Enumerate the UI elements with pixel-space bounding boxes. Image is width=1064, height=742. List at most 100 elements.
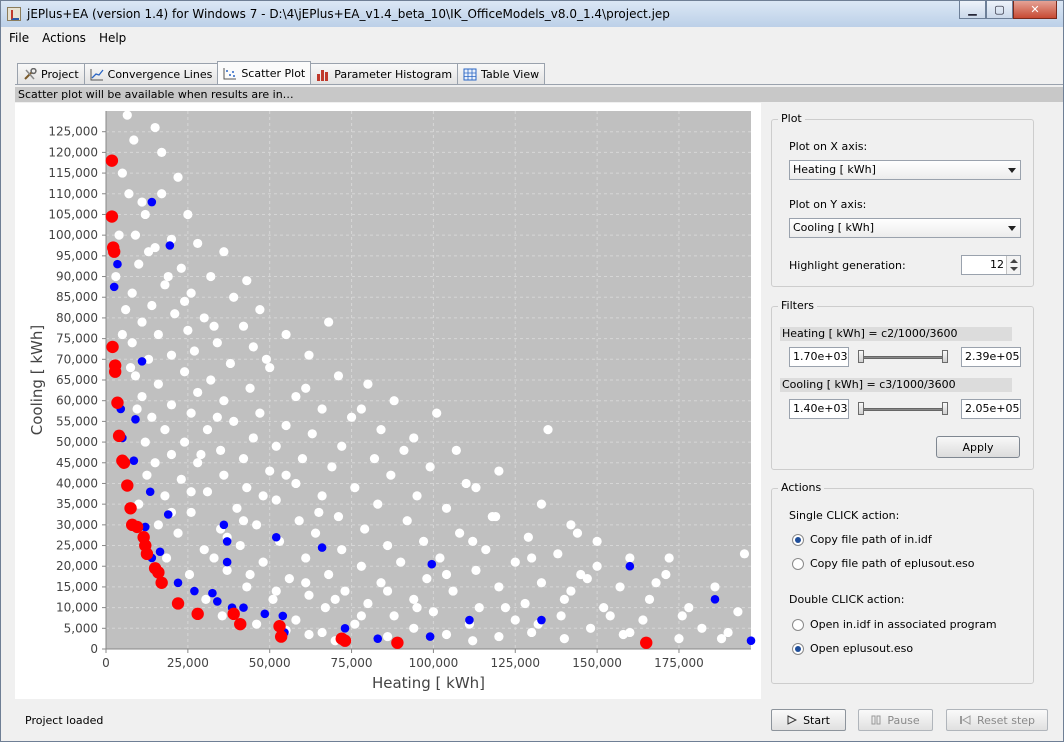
- highlight-generation-point[interactable]: [147, 197, 157, 207]
- slider-max-handle[interactable]: [942, 350, 948, 363]
- all-solutions-point[interactable]: [651, 578, 661, 588]
- all-solutions-point[interactable]: [363, 379, 373, 389]
- pareto-front-point[interactable]: [121, 479, 134, 492]
- all-solutions-point[interactable]: [520, 598, 530, 609]
- all-solutions-point[interactable]: [320, 603, 330, 613]
- highlight-generation-point[interactable]: [155, 547, 165, 557]
- all-solutions-point[interactable]: [468, 536, 478, 546]
- all-solutions-point[interactable]: [494, 582, 504, 592]
- all-solutions-point[interactable]: [418, 536, 429, 546]
- all-solutions-point[interactable]: [130, 230, 141, 240]
- all-solutions-point[interactable]: [386, 470, 396, 480]
- pareto-front-point[interactable]: [117, 456, 131, 469]
- all-solutions-point[interactable]: [271, 441, 281, 451]
- all-solutions-point[interactable]: [716, 634, 727, 644]
- highlight-generation-point[interactable]: [625, 561, 635, 571]
- all-solutions-point[interactable]: [206, 375, 216, 385]
- tab-convergence-lines[interactable]: Convergence Lines: [83, 63, 219, 84]
- all-solutions-point[interactable]: [455, 528, 465, 538]
- all-solutions-point[interactable]: [166, 350, 177, 360]
- all-solutions-point[interactable]: [638, 615, 648, 625]
- pareto-front-point[interactable]: [124, 502, 137, 515]
- all-solutions-point[interactable]: [117, 168, 127, 178]
- all-solutions-point[interactable]: [559, 634, 569, 644]
- all-solutions-point[interactable]: [494, 631, 504, 642]
- all-solutions-point[interactable]: [252, 619, 262, 629]
- all-solutions-point[interactable]: [222, 565, 232, 575]
- all-solutions-point[interactable]: [409, 623, 419, 633]
- highlight-generation-spinner[interactable]: 12: [961, 255, 1021, 275]
- pareto-front-point[interactable]: [234, 617, 247, 631]
- all-solutions-point[interactable]: [461, 478, 471, 489]
- spinner-up-icon[interactable]: [1010, 259, 1018, 263]
- all-solutions-point[interactable]: [324, 569, 334, 580]
- all-solutions-point[interactable]: [248, 342, 258, 352]
- all-solutions-point[interactable]: [281, 470, 291, 480]
- pareto-front-point[interactable]: [106, 340, 119, 354]
- pareto-front-point[interactable]: [640, 636, 653, 649]
- all-solutions-point[interactable]: [179, 296, 190, 306]
- highlight-generation-point[interactable]: [340, 624, 350, 633]
- all-solutions-point[interactable]: [176, 474, 186, 484]
- all-solutions-point[interactable]: [448, 586, 458, 596]
- menu-actions[interactable]: Actions: [34, 31, 91, 45]
- all-solutions-point[interactable]: [382, 586, 393, 596]
- all-solutions-point[interactable]: [592, 536, 602, 546]
- all-solutions-point[interactable]: [173, 172, 183, 182]
- all-solutions-point[interactable]: [599, 603, 609, 613]
- all-solutions-point[interactable]: [527, 627, 537, 638]
- all-solutions-point[interactable]: [684, 603, 694, 613]
- all-solutions-point[interactable]: [360, 524, 370, 534]
- all-solutions-point[interactable]: [422, 574, 432, 584]
- all-solutions-point[interactable]: [337, 545, 347, 555]
- all-solutions-point[interactable]: [510, 615, 520, 625]
- highlight-generation-point[interactable]: [208, 588, 217, 598]
- highlight-generation-point[interactable]: [465, 615, 474, 625]
- pareto-front-point[interactable]: [191, 607, 204, 621]
- all-solutions-point[interactable]: [281, 420, 291, 431]
- all-solutions-point[interactable]: [242, 582, 252, 592]
- pareto-front-point[interactable]: [108, 365, 122, 378]
- all-solutions-point[interactable]: [140, 437, 150, 447]
- all-solutions-point[interactable]: [142, 470, 152, 480]
- all-solutions-point[interactable]: [242, 276, 252, 286]
- all-solutions-point[interactable]: [238, 516, 249, 526]
- highlight-generation-point[interactable]: [373, 634, 383, 643]
- all-solutions-point[interactable]: [268, 594, 278, 604]
- all-solutions-point[interactable]: [317, 404, 327, 414]
- all-solutions-point[interactable]: [258, 491, 268, 501]
- all-solutions-point[interactable]: [500, 603, 511, 613]
- all-solutions-point[interactable]: [137, 197, 147, 207]
- close-button[interactable]: ✕: [1013, 1, 1057, 19]
- apply-button[interactable]: Apply: [936, 436, 1020, 458]
- all-solutions-point[interactable]: [327, 462, 337, 472]
- all-solutions-point[interactable]: [125, 362, 136, 373]
- highlight-generation-point[interactable]: [425, 632, 435, 641]
- all-solutions-point[interactable]: [337, 441, 347, 451]
- pareto-front-point[interactable]: [391, 636, 404, 649]
- all-solutions-point[interactable]: [206, 271, 216, 282]
- all-solutions-point[interactable]: [356, 404, 366, 414]
- all-solutions-point[interactable]: [124, 189, 134, 199]
- pareto-front-point[interactable]: [273, 620, 286, 633]
- all-solutions-point[interactable]: [111, 271, 121, 282]
- heating-range-slider[interactable]: [858, 347, 948, 367]
- heating-max-field[interactable]: 2.39e+05: [961, 347, 1021, 367]
- pareto-front-point[interactable]: [111, 396, 124, 409]
- all-solutions-point[interactable]: [527, 553, 537, 563]
- all-solutions-point[interactable]: [202, 425, 213, 435]
- all-solutions-point[interactable]: [536, 578, 547, 588]
- all-solutions-point[interactable]: [202, 487, 213, 497]
- all-solutions-point[interactable]: [238, 321, 249, 331]
- all-solutions-point[interactable]: [510, 557, 520, 567]
- all-solutions-point[interactable]: [536, 499, 547, 509]
- all-solutions-point[interactable]: [166, 400, 177, 410]
- all-solutions-point[interactable]: [245, 383, 255, 393]
- all-solutions-point[interactable]: [271, 495, 281, 505]
- all-solutions-point[interactable]: [176, 263, 186, 273]
- all-solutions-point[interactable]: [409, 594, 419, 604]
- all-solutions-point[interactable]: [661, 569, 671, 580]
- all-solutions-point[interactable]: [284, 574, 294, 584]
- highlight-generation-point[interactable]: [537, 615, 546, 625]
- all-solutions-point[interactable]: [644, 594, 655, 604]
